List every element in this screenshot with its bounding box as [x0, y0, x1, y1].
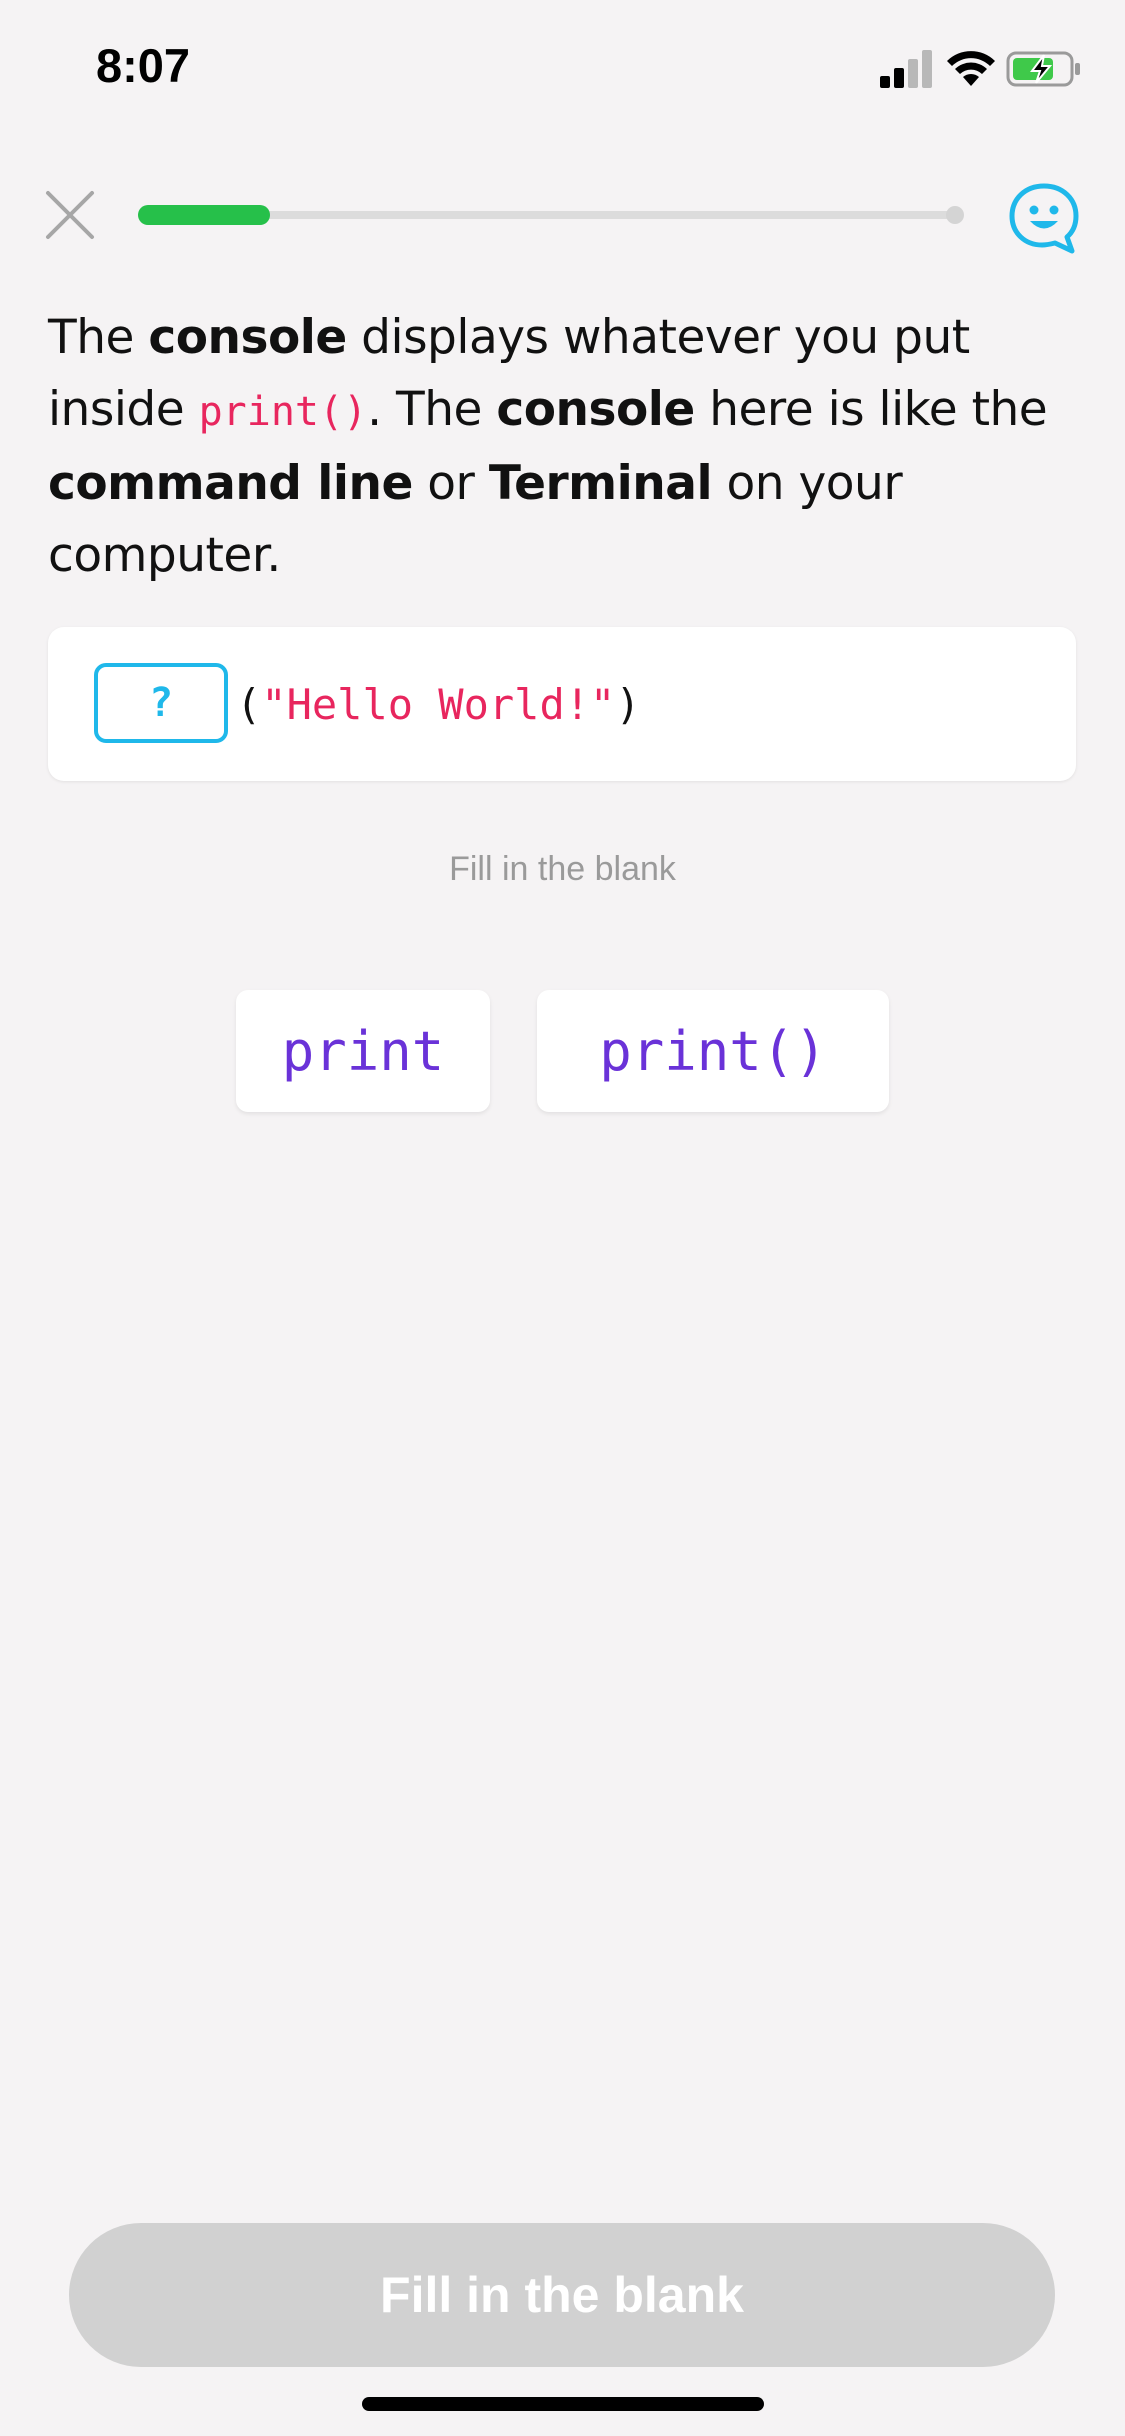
lesson-segment-bold: command line: [48, 456, 413, 511]
close-icon: [46, 191, 94, 239]
code-close-paren: ): [615, 680, 641, 729]
fill-in-blank-submit-button[interactable]: Fill in the blank: [69, 2223, 1055, 2367]
lesson-segment-text: here is like the: [694, 382, 1048, 437]
lesson-segment-text: or: [412, 456, 489, 511]
smiley-chat-icon: [1009, 183, 1079, 254]
lesson-progress-fill: [138, 205, 270, 225]
close-button[interactable]: [40, 185, 100, 245]
battery-charging-icon: [1006, 51, 1080, 87]
code-open-paren: (: [236, 680, 262, 729]
status-bar: 8:07: [0, 0, 1125, 140]
code-blank-slot[interactable]: ?: [94, 663, 228, 743]
progress-end-marker: [946, 206, 964, 224]
lesson-progress-bar: [138, 205, 964, 225]
code-string-literal: "Hello World!": [261, 680, 616, 729]
hint-text: Fill in the blank: [449, 850, 676, 888]
lesson-segment-bold: console: [148, 310, 347, 365]
wifi-icon: [947, 51, 995, 86]
code-exercise-card: ? ("Hello World!"): [48, 627, 1076, 781]
home-indicator: [362, 2397, 764, 2411]
lesson-instruction-text: The console displays whatever you put in…: [48, 302, 1088, 592]
option-print-parens-button[interactable]: print(): [537, 990, 889, 1112]
lesson-segment-text: . The: [367, 382, 497, 437]
help-chat-button[interactable]: [1006, 180, 1082, 256]
lesson-segment-text: The: [48, 310, 149, 365]
cellular-signal-icon: [880, 50, 932, 88]
option-print-button[interactable]: print: [236, 990, 490, 1112]
lesson-segment-bold: Terminal: [488, 456, 713, 511]
lesson-segment-bold: console: [496, 382, 695, 437]
code-line: ("Hello World!"): [236, 675, 641, 735]
lesson-segment-code: print(): [198, 389, 368, 435]
status-time: 8:07: [96, 39, 191, 92]
